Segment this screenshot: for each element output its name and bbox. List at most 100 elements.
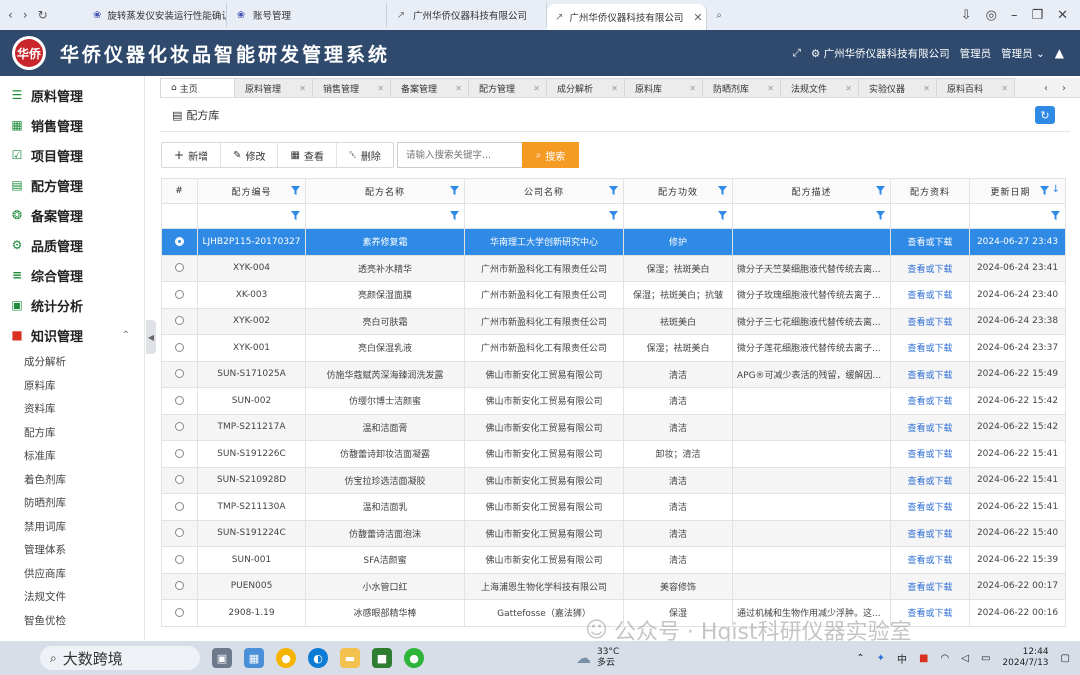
sidebar-item-formula[interactable]: ▤ 配方管理 [0,170,144,200]
wifi-icon[interactable]: ◠ [941,653,950,664]
sidebar-sub-item[interactable]: 配方库 [0,421,144,445]
sidebar-item-general[interactable]: ≡ 综合管理 [0,260,144,290]
tab-instrument[interactable]: 实验仪器 ✕ [858,78,937,97]
radio-button[interactable] [175,501,184,511]
table-row[interactable]: SUN-S171025A 仿施华蔻赋芮深海臻润洗发露 佛山市新安化工贸易有限公司… [161,360,1066,388]
cell-file-link[interactable]: 查看或下载 [890,254,970,282]
tab-ingredient[interactable]: 成分解析 ✕ [546,78,625,97]
row-radio[interactable] [161,307,198,335]
table-row[interactable]: TMP-S211130A 温和洁面乳 佛山市新安化工贸易有限公司 清洁 查看或下… [161,493,1066,521]
volume-icon[interactable]: ◁ [961,653,969,664]
row-radio[interactable] [161,360,198,388]
table-row[interactable]: XYK-001 亮白保湿乳液 广州市新盈科化工有限责任公司 保湿；祛斑美白 微分… [161,334,1066,362]
cell-file-link[interactable]: 查看或下载 [890,360,970,388]
sidebar-item-stats[interactable]: ▣ 统计分析 [0,290,144,320]
close-icon[interactable]: ✕ [845,84,852,93]
tab-regulation[interactable]: 法规文件 ✕ [780,78,859,97]
ime-indicator[interactable]: 中 [897,651,907,666]
filter-icon[interactable] [718,211,727,220]
close-icon[interactable]: ✕ [299,84,306,93]
browser-tab-0[interactable]: ❀ 旋转蒸发仪安装运行性能确认 - 百 [85,3,227,27]
sidebar-sub-item[interactable]: 资料库 [0,397,144,421]
filter-icon[interactable] [450,186,459,195]
close-icon[interactable]: ✕ [923,84,930,93]
browser-tab-1[interactable]: ❀ 账号管理 [227,3,387,27]
table-row[interactable]: SUN-002 仿缨尔博士洁颜蜜 佛山市新安化工贸易有限公司 清洁 查看或下载 … [161,387,1066,415]
filter-icon[interactable] [609,211,618,220]
close-icon[interactable]: ✕ [611,84,618,93]
browser-search-tab[interactable]: ⌕ [707,3,737,27]
row-radio[interactable] [161,466,198,494]
sidebar-item-filing[interactable]: ❂ 备案管理 [0,200,144,230]
row-radio[interactable] [161,572,198,600]
close-icon[interactable]: ✕ [455,84,462,93]
tab-formula[interactable]: 配方管理 ✕ [468,78,547,97]
sidebar-sub-item[interactable]: 原料库 [0,374,144,398]
table-row[interactable]: XK-003 亮颜保湿面膜 广州市新盈科化工有限责任公司 保湿；祛斑美白；抗皱 … [161,281,1066,309]
table-row[interactable]: XYK-004 透亮补水精华 广州市新盈科化工有限责任公司 保湿；祛斑美白 微分… [161,254,1066,282]
refresh-button[interactable]: ↻ [1035,106,1055,124]
cell-file-link[interactable]: 查看或下载 [890,228,970,256]
row-radio[interactable] [161,334,198,362]
row-radio[interactable] [161,546,198,574]
chevron-up-icon[interactable]: ⌃ [856,653,864,664]
radio-button[interactable] [175,316,184,326]
column-header-code[interactable]: 配方编号 [197,178,306,204]
sidebar-sub-item[interactable]: 成分解析 [0,350,144,374]
cell-file-link[interactable]: 查看或下载 [890,281,970,309]
minimize-icon[interactable]: – [1011,8,1018,23]
tab-encyclopedia[interactable]: 原料百科 ✕ [936,78,1015,97]
column-header-effect[interactable]: 配方功效 [623,178,733,204]
sidebar-item-quality[interactable]: ⚙ 品质管理 [0,230,144,260]
company-link[interactable]: ⚙ 广州华侨仪器科技有限公司 [811,46,950,61]
notification-icon[interactable]: ▢ [1061,653,1070,664]
cell-file-link[interactable]: 查看或下载 [890,307,970,335]
forward-icon[interactable]: › [23,8,28,22]
user-menu[interactable]: 管理员 ⌄ [1001,46,1045,61]
cell-file-link[interactable]: 查看或下载 [890,546,970,574]
cell-file-link[interactable]: 查看或下载 [890,466,970,494]
row-radio[interactable] [161,254,198,282]
radio-button[interactable] [175,395,184,405]
close-icon[interactable]: ✕ [1001,84,1008,93]
sort-desc-icon[interactable]: ↓ [1052,184,1061,195]
filter-cell-name[interactable] [305,203,465,229]
search-button[interactable]: ⌕ 搜索 [522,142,579,168]
edit-button[interactable]: ✎ 修改 [221,143,279,167]
filter-icon[interactable] [291,186,300,195]
cell-file-link[interactable]: 查看或下载 [890,440,970,468]
skin-icon[interactable]: ▲ [1055,46,1064,60]
sidebar-sub-item[interactable]: 着色剂库 [0,468,144,492]
sidebar-sub-item[interactable]: 供应商库 [0,562,144,586]
wechat-app-icon[interactable]: ● [404,648,424,668]
table-row[interactable]: SUN-S210928D 仿宝拉珍选洁面凝胶 佛山市新安化工贸易有限公司 清洁 … [161,466,1066,494]
reload-icon[interactable]: ↻ [38,8,48,22]
scroll-right-icon[interactable]: › [1062,83,1066,94]
table-row[interactable]: LJHB2P115-20170327 素养修复霜 华南理工大学创新研究中心 修护… [161,228,1066,256]
radio-button[interactable] [175,607,184,617]
radio-button[interactable] [175,475,184,485]
radio-button[interactable] [175,528,184,538]
cell-file-link[interactable]: 查看或下载 [890,387,970,415]
radio-button[interactable] [175,448,184,458]
row-radio[interactable] [161,519,198,547]
radio-button[interactable] [175,581,184,591]
filter-cell-effect[interactable] [623,203,733,229]
close-icon[interactable]: ✕ [693,11,702,24]
filter-cell-date[interactable] [969,203,1066,229]
chrome-icon[interactable]: ● [276,648,296,668]
filter-icon[interactable] [1040,186,1049,195]
delete-button[interactable]: ␡ 删除 [337,143,393,167]
tab-material[interactable]: 原料管理 ✕ [234,78,313,97]
download-icon[interactable]: ⇩ [961,8,972,23]
tab-sunscreen[interactable]: 防晒剂库 ✕ [702,78,781,97]
add-button[interactable]: + 新增 [162,143,222,167]
sidebar-sub-item[interactable]: 法规文件 [0,585,144,609]
close-icon[interactable]: ✕ [689,84,696,93]
table-row[interactable]: SUN-S191224C 仿馥蕾诗洁面泡沫 佛山市新安化工贸易有限公司 清洁 查… [161,519,1066,547]
filter-cell-code[interactable] [197,203,306,229]
row-radio[interactable] [161,440,198,468]
row-radio[interactable] [161,493,198,521]
tab-home[interactable]: ⌂ 主页 [160,78,235,97]
row-radio[interactable] [161,228,198,256]
